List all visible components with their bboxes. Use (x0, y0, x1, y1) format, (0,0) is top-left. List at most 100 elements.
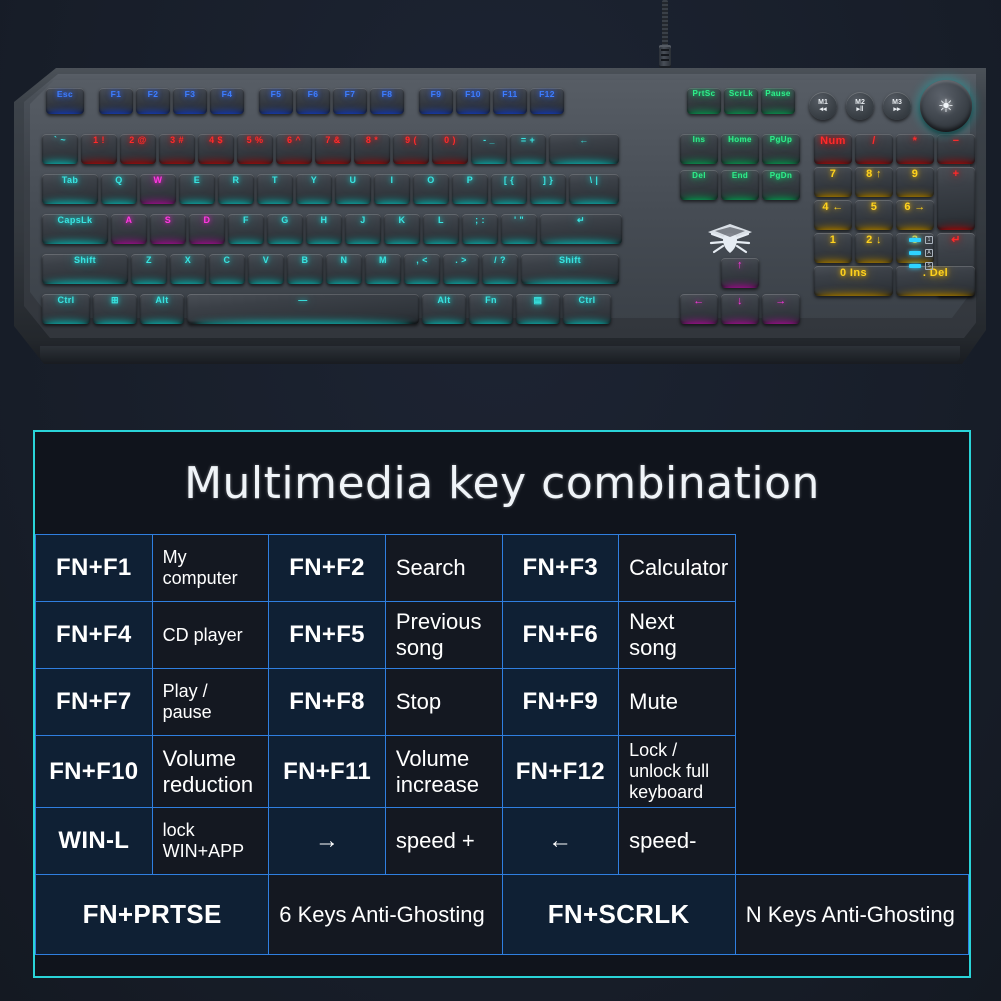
key-end[interactable]: End (721, 170, 759, 200)
key-[interactable]: / ? (482, 254, 518, 284)
key-3[interactable]: 3 # (159, 134, 195, 164)
key-f3[interactable]: F3 (173, 88, 207, 114)
key-z[interactable]: Z (131, 254, 167, 284)
key-a[interactable]: A (111, 214, 147, 244)
key-8[interactable]: 8 * (354, 134, 390, 164)
key-4[interactable]: 4 ← (814, 200, 852, 230)
key-shift[interactable]: Shift (42, 254, 128, 284)
key-f10[interactable]: F10 (456, 88, 490, 114)
key-[interactable]: — (187, 294, 419, 324)
key-q[interactable]: Q (101, 174, 137, 204)
key-b[interactable]: B (287, 254, 323, 284)
key-w[interactable]: W (140, 174, 176, 204)
media-button-m1[interactable]: M1 ◂◂ (809, 92, 837, 120)
key-7[interactable]: 7 (814, 167, 852, 197)
key-4[interactable]: 4 $ (198, 134, 234, 164)
key-o[interactable]: O (413, 174, 449, 204)
key-g[interactable]: G (267, 214, 303, 244)
key-0-ins[interactable]: 0 Ins (814, 266, 893, 296)
key-9[interactable]: 9 ( (393, 134, 429, 164)
brightness-knob[interactable]: ☀ (920, 80, 972, 132)
key-s[interactable]: S (150, 214, 186, 244)
key-shift[interactable]: Shift (521, 254, 619, 284)
key-[interactable]: ] } (530, 174, 566, 204)
key-[interactable]: ← (549, 134, 619, 164)
key-[interactable]: ; : (462, 214, 498, 244)
key-[interactable]: [ { (491, 174, 527, 204)
key-[interactable]: . > (443, 254, 479, 284)
key-del[interactable]: . Del (896, 266, 975, 296)
key-f11[interactable]: F11 (493, 88, 527, 114)
key-0[interactable]: 0 ) (432, 134, 468, 164)
key-fn[interactable]: Fn (469, 294, 513, 324)
key-f12[interactable]: F12 (530, 88, 564, 114)
key-1[interactable]: 1 (814, 233, 852, 263)
key-j[interactable]: J (345, 214, 381, 244)
key-u[interactable]: U (335, 174, 371, 204)
key-6[interactable]: 6 ^ (276, 134, 312, 164)
key-c[interactable]: C (209, 254, 245, 284)
key-f[interactable]: F (228, 214, 264, 244)
key-prtsc[interactable]: PrtSc (687, 88, 721, 114)
key-[interactable]: ▤ (516, 294, 560, 324)
key-pgup[interactable]: PgUp (762, 134, 800, 164)
key-[interactable]: , < (404, 254, 440, 284)
key-n[interactable]: N (326, 254, 362, 284)
key-v[interactable]: V (248, 254, 284, 284)
key-pgdn[interactable]: PgDn (762, 170, 800, 200)
media-button-m2[interactable]: M2 ▸‖ (846, 92, 874, 120)
key-[interactable]: → (762, 294, 800, 324)
key-[interactable]: * (896, 134, 934, 164)
key-capslk[interactable]: CapsLk (42, 214, 108, 244)
key-[interactable]: ' " (501, 214, 537, 244)
key-2[interactable]: 2 @ (120, 134, 156, 164)
key-2[interactable]: 2 ↓ (855, 233, 893, 263)
key-[interactable]: − (937, 134, 975, 164)
key-f7[interactable]: F7 (333, 88, 367, 114)
key-h[interactable]: H (306, 214, 342, 244)
key-[interactable]: + (937, 167, 975, 230)
key-[interactable]: ⊞ (93, 294, 137, 324)
key-l[interactable]: L (423, 214, 459, 244)
key-7[interactable]: 7 & (315, 134, 351, 164)
key-r[interactable]: R (218, 174, 254, 204)
key-[interactable]: ↑ (721, 258, 759, 288)
key-9[interactable]: 9 (896, 167, 934, 197)
key-ins[interactable]: Ins (680, 134, 718, 164)
key-scrlk[interactable]: ScrLk (724, 88, 758, 114)
key-del[interactable]: Del (680, 170, 718, 200)
key-num[interactable]: Num (814, 134, 852, 164)
key-[interactable]: \ | (569, 174, 619, 204)
key-i[interactable]: I (374, 174, 410, 204)
key-1[interactable]: 1 ! (81, 134, 117, 164)
key-[interactable]: = + (510, 134, 546, 164)
key-t[interactable]: T (257, 174, 293, 204)
key-e[interactable]: E (179, 174, 215, 204)
key-x[interactable]: X (170, 254, 206, 284)
key-f8[interactable]: F8 (370, 88, 404, 114)
key-ctrl[interactable]: Ctrl (42, 294, 90, 324)
key-[interactable]: - _ (471, 134, 507, 164)
key-home[interactable]: Home (721, 134, 759, 164)
key-f5[interactable]: F5 (259, 88, 293, 114)
key-f2[interactable]: F2 (136, 88, 170, 114)
key-m[interactable]: M (365, 254, 401, 284)
key-y[interactable]: Y (296, 174, 332, 204)
key-p[interactable]: P (452, 174, 488, 204)
key-f1[interactable]: F1 (99, 88, 133, 114)
key-alt[interactable]: Alt (422, 294, 466, 324)
key-esc[interactable]: Esc (46, 88, 84, 114)
key-[interactable]: ← (680, 294, 718, 324)
key-[interactable]: / (855, 134, 893, 164)
key-6[interactable]: 6 → (896, 200, 934, 230)
key-f9[interactable]: F9 (419, 88, 453, 114)
key-ctrl[interactable]: Ctrl (563, 294, 611, 324)
key-d[interactable]: D (189, 214, 225, 244)
key-8[interactable]: 8 ↑ (855, 167, 893, 197)
key-5[interactable]: 5 (855, 200, 893, 230)
key-alt[interactable]: Alt (140, 294, 184, 324)
key-5[interactable]: 5 % (237, 134, 273, 164)
key-f6[interactable]: F6 (296, 88, 330, 114)
key-[interactable]: ↵ (540, 214, 622, 244)
key-pause[interactable]: Pause (761, 88, 795, 114)
